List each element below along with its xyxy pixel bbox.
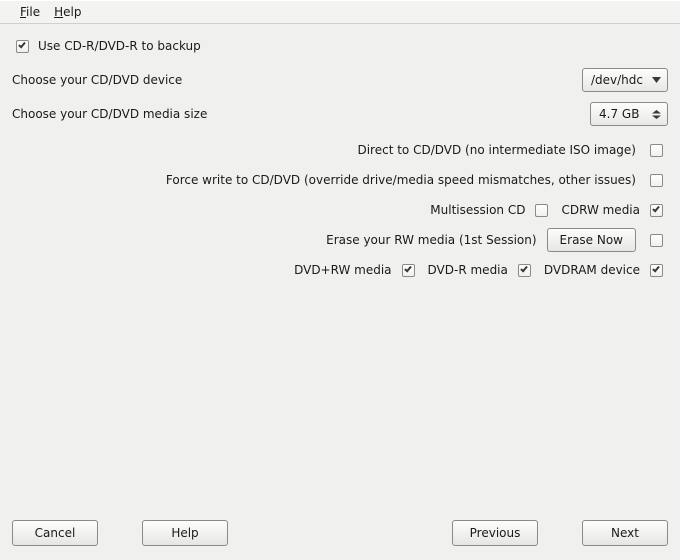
backup-wizard-window: File Help Use CD-R/DVD-R to backup Choos…	[0, 0, 680, 560]
device-select[interactable]: /dev/hdc	[582, 68, 668, 92]
footer-left: Cancel Help	[12, 520, 228, 546]
dvdr-checkbox[interactable]	[518, 264, 531, 277]
dvdprw-checkbox[interactable]	[402, 264, 415, 277]
dvdr-label: DVD-R media	[428, 263, 508, 277]
menu-help[interactable]: Help	[54, 5, 81, 19]
erase-row: Erase your RW media (1st Session) Erase …	[12, 228, 666, 252]
dvdprw-label: DVD+RW media	[294, 263, 391, 277]
use-cdr-row: Use CD-R/DVD-R to backup	[12, 34, 668, 58]
options-block: Direct to CD/DVD (no intermediate ISO im…	[12, 138, 668, 282]
media-size-select[interactable]: 4.7 GB	[590, 102, 668, 126]
device-select-value: /dev/hdc	[591, 73, 643, 87]
use-cdr-label: Use CD-R/DVD-R to backup	[38, 39, 201, 53]
multisession-checkbox[interactable]	[535, 204, 548, 217]
force-row: Force write to CD/DVD (override drive/me…	[12, 168, 666, 192]
next-button[interactable]: Next	[582, 520, 668, 546]
help-button[interactable]: Help	[142, 520, 228, 546]
direct-checkbox[interactable]	[650, 144, 663, 157]
device-row: Choose your CD/DVD device /dev/hdc	[12, 68, 668, 92]
dvdram-label: DVDRAM device	[544, 263, 640, 277]
chevron-down-icon	[649, 69, 663, 91]
erase-label: Erase your RW media (1st Session)	[326, 233, 536, 247]
cdrw-checkbox[interactable]	[650, 204, 663, 217]
dvd-row: DVD+RW media DVD-R media DVDRAM device	[12, 258, 666, 282]
content-area: Use CD-R/DVD-R to backup Choose your CD/…	[0, 24, 680, 510]
menu-file-tail: ile	[26, 5, 40, 19]
force-label: Force write to CD/DVD (override drive/me…	[166, 173, 636, 187]
direct-label: Direct to CD/DVD (no intermediate ISO im…	[357, 143, 636, 157]
erase-now-button[interactable]: Erase Now	[547, 228, 636, 252]
device-label: Choose your CD/DVD device	[12, 73, 182, 87]
direct-row: Direct to CD/DVD (no intermediate ISO im…	[12, 138, 666, 162]
cdrw-label: CDRW media	[561, 203, 640, 217]
media-size-label: Choose your CD/DVD media size	[12, 107, 207, 121]
menu-file[interactable]: File	[20, 5, 40, 19]
multisession-label: Multisession CD	[430, 203, 525, 217]
chevron-down-icon	[649, 103, 663, 125]
previous-button[interactable]: Previous	[452, 520, 538, 546]
dvdram-checkbox[interactable]	[650, 264, 663, 277]
erase-checkbox[interactable]	[650, 234, 663, 247]
force-checkbox[interactable]	[650, 174, 663, 187]
footer: Cancel Help Previous Next	[0, 510, 680, 560]
footer-right: Previous Next	[452, 520, 668, 546]
cancel-button[interactable]: Cancel	[12, 520, 98, 546]
media-size-row: Choose your CD/DVD media size 4.7 GB	[12, 102, 668, 126]
menubar: File Help	[0, 0, 680, 24]
multisession-cdrw-row: Multisession CD CDRW media	[12, 198, 666, 222]
menu-help-tail: elp	[63, 5, 81, 19]
media-size-value: 4.7 GB	[599, 107, 639, 121]
use-cdr-checkbox[interactable]	[16, 40, 29, 53]
